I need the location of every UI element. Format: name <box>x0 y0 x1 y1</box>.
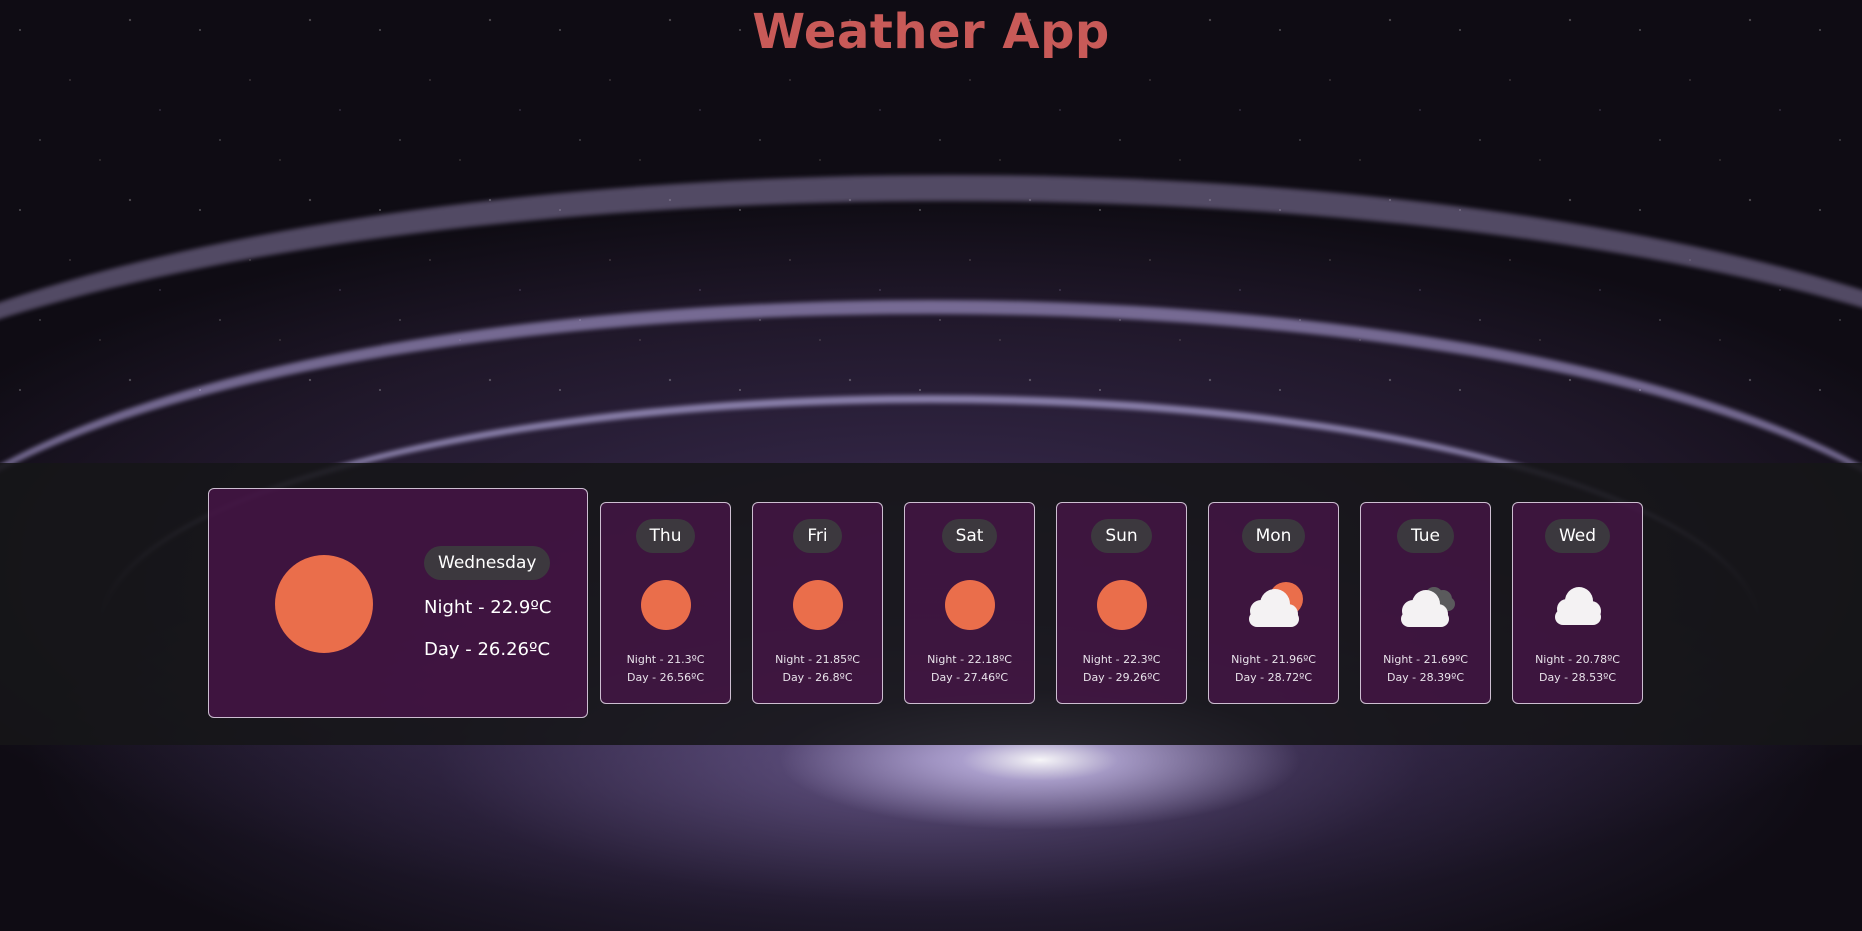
forecast-card-tue: Tue Night - 21.69ºC Day - 28.39ºC <box>1360 502 1491 704</box>
forecast-card-sun: Sun Night - 22.3ºC Day - 29.26ºC <box>1056 502 1187 704</box>
forecast-night-temp: Night - 20.78ºC <box>1535 653 1620 666</box>
forecast-day-badge: Sat <box>941 519 998 553</box>
forecast-card-sat: Sat Night - 22.18ºC Day - 27.46ºC <box>904 502 1035 704</box>
forecast-day-temp: Day - 28.39ºC <box>1386 671 1465 684</box>
cloud-icon <box>1554 587 1601 625</box>
today-night-temp: Night - 22.9ºC <box>424 597 552 618</box>
forecast-night-temp: Night - 21.85ºC <box>775 653 860 666</box>
forecast-night-temp: Night - 21.69ºC <box>1383 653 1468 666</box>
app-title: Weather App <box>752 4 1110 60</box>
forecast-day-badge: Tue <box>1396 519 1455 553</box>
forecast-card-fri: Fri Night - 21.85ºC Day - 26.8ºC <box>752 502 883 704</box>
sun-icon <box>1096 580 1147 630</box>
today-day-temp: Day - 26.26ºC <box>424 639 551 660</box>
sun-icon <box>944 580 995 630</box>
forecast-day-temp: Day - 27.46ºC <box>930 671 1009 684</box>
today-day-badge: Wednesday <box>424 546 551 580</box>
forecast-night-temp: Night - 21.96ºC <box>1231 653 1316 666</box>
forecast-day-temp: Day - 26.8ºC <box>782 671 853 684</box>
forecast-day-temp: Day - 28.53ºC <box>1538 671 1617 684</box>
sun-icon <box>792 580 843 630</box>
forecast-day-badge: Wed <box>1544 519 1611 553</box>
broken-clouds-icon <box>1400 587 1455 627</box>
partly-cloudy-icon <box>1248 582 1303 627</box>
sun-icon <box>275 555 373 653</box>
today-card: Wednesday Night - 22.9ºC Day - 26.26ºC <box>208 488 588 718</box>
forecast-card-wed: Wed Night - 20.78ºC Day - 28.53ºC <box>1512 502 1643 704</box>
sun-icon <box>640 580 691 630</box>
forecast-card-mon: Mon Night - 21.96ºC Day - 28.72ºC <box>1208 502 1339 704</box>
page: Weather App Wednesday Night - 22.9ºC Day… <box>0 0 1862 931</box>
forecast-card-thu: Thu Night - 21.3ºC Day - 26.56ºC <box>600 502 731 704</box>
forecast-day-badge: Fri <box>793 519 842 553</box>
forecast-day-badge: Thu <box>635 519 696 553</box>
forecast-day-badge: Mon <box>1241 519 1306 553</box>
forecast-night-temp: Night - 22.18ºC <box>927 653 1012 666</box>
forecast-day-temp: Day - 26.56ºC <box>626 671 705 684</box>
forecast-day-temp: Day - 29.26ºC <box>1082 671 1161 684</box>
forecast-day-temp: Day - 28.72ºC <box>1234 671 1313 684</box>
forecast-night-temp: Night - 21.3ºC <box>626 653 705 666</box>
forecast-night-temp: Night - 22.3ºC <box>1082 653 1161 666</box>
forecast-day-badge: Sun <box>1091 519 1152 553</box>
